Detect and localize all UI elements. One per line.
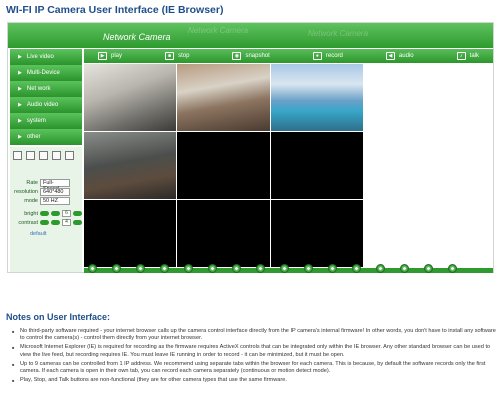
play-button[interactable]: ▶ play [98,52,122,60]
contrast-increase-button[interactable] [51,220,60,225]
channel-bar [84,264,493,273]
play-icon: ▶ [98,52,107,60]
sidebar-item-system[interactable]: ▶ system [10,113,82,129]
camera-feed-5[interactable] [177,132,270,199]
channel-button-icon[interactable] [208,264,217,273]
quad-view-icon[interactable] [26,151,35,160]
page-title: WI-FI IP Camera User Interface (IE Brows… [6,4,224,16]
sidebar-menu: ▶ Live video ▶ Multi-Device ▶ Net work ▶… [10,49,82,145]
default-link[interactable]: default [30,231,47,237]
resolution-select[interactable]: 640*480 [40,188,70,196]
channel-button-icon[interactable] [376,264,385,273]
toolbar: ▶ play ■ stop ◉ snapshot ● record ◀ audi… [84,49,493,63]
contrast-decrease-button[interactable] [40,220,49,225]
camera-icon: ◉ [232,52,242,60]
list-item: Microsoft Internet Explorer (IE) is requ… [12,344,496,358]
channel-button-icon[interactable] [424,264,433,273]
rate-select[interactable]: Full-Speed [40,179,70,192]
arrow-right-icon: ▶ [18,101,22,108]
list-item: Play, Stop, and Talk buttons are non-fun… [12,377,496,384]
arrow-right-icon: ▶ [18,117,22,124]
bright-decrease-button[interactable] [40,211,49,216]
channel-button-icon[interactable] [352,264,361,273]
channel-button-icon[interactable] [184,264,193,273]
arrow-right-icon: ▶ [18,85,22,92]
snapshot-button[interactable]: ◉ snapshot [232,52,270,60]
camera-feed-4[interactable] [84,132,177,199]
bright-reset-button[interactable] [73,211,82,216]
bright-value[interactable]: 6 [62,210,71,217]
channel-button-icon[interactable] [280,264,289,273]
sidebar-item-other[interactable]: ▶ other [10,129,82,145]
channel-button-icon[interactable] [256,264,265,273]
header-banner: Network Camera Network Camera Network Ca… [8,23,493,48]
camera-feed-2[interactable] [177,64,270,131]
sidebar-item-network[interactable]: ▶ Net work [10,81,82,97]
video-grid [84,64,363,267]
record-icon: ● [312,52,322,60]
record-button[interactable]: ● record [312,52,343,60]
microphone-icon: ♪ [456,52,466,60]
nine-view-icon[interactable] [39,151,48,160]
channel-button-icon[interactable] [88,264,97,273]
brand-watermark: Network Camera [188,26,249,35]
sidebar-item-multi-device[interactable]: ▶ Multi-Device [10,65,82,81]
bright-increase-button[interactable] [51,211,60,216]
camera-feed-1[interactable] [84,64,177,131]
arrow-right-icon: ▶ [18,53,22,60]
notes-title: Notes on User Interface: [6,312,111,322]
single-view-icon[interactable] [13,151,22,160]
talk-button[interactable]: ♪ talk [456,52,479,60]
brand-watermark: Network Camera [308,29,369,38]
fullscreen-icon[interactable] [52,151,61,160]
arrow-right-icon: ▶ [18,133,22,140]
pan-tilt-icon[interactable] [65,151,74,160]
channel-button-icon[interactable] [136,264,145,273]
arrow-right-icon: ▶ [18,69,22,76]
channel-button-icon[interactable] [112,264,121,273]
camera-feed-9[interactable] [270,200,363,267]
rate-row: Rate Full-Speed [12,179,70,192]
audio-button[interactable]: ◀ audio [385,52,414,60]
contrast-value[interactable]: 4 [62,219,71,226]
contrast-reset-button[interactable] [73,220,82,225]
channel-button-icon[interactable] [232,264,241,273]
channel-button-icon[interactable] [448,264,457,273]
notes-list: No third-party software required - your … [12,328,496,386]
camera-feed-7[interactable] [84,200,177,267]
camera-feed-8[interactable] [177,200,270,267]
contrast-row: contrast 4 [12,219,82,226]
bright-row: bright 6 [12,210,82,217]
blank-panel [364,64,493,267]
list-item: Up to 9 cameras can be controlled from 1… [12,361,496,375]
stop-icon: ■ [165,52,175,60]
sidebar-item-live-video[interactable]: ▶ Live video [10,49,82,65]
channel-button-icon[interactable] [400,264,409,273]
channel-button-icon[interactable] [160,264,169,273]
speaker-icon: ◀ [385,52,395,60]
control-panel: Rate Full-Speed resolution 640*480 mode … [10,147,82,272]
channel-button-icon[interactable] [304,264,313,273]
camera-ui-window: Network Camera Network Camera Network Ca… [7,22,494,273]
camera-feed-3[interactable] [270,64,363,131]
camera-feed-6[interactable] [270,132,363,199]
sidebar-item-audio-video[interactable]: ▶ Audio video [10,97,82,113]
channel-button-icon[interactable] [328,264,337,273]
stop-button[interactable]: ■ stop [165,52,189,60]
layout-icons [13,151,74,160]
resolution-row: resolution 640*480 [12,188,70,196]
mode-row: mode 50 HZ [12,197,70,205]
brand-title: Network Camera [103,32,171,42]
mode-select[interactable]: 50 HZ [40,197,70,205]
list-item: No third-party software required - your … [12,328,496,342]
